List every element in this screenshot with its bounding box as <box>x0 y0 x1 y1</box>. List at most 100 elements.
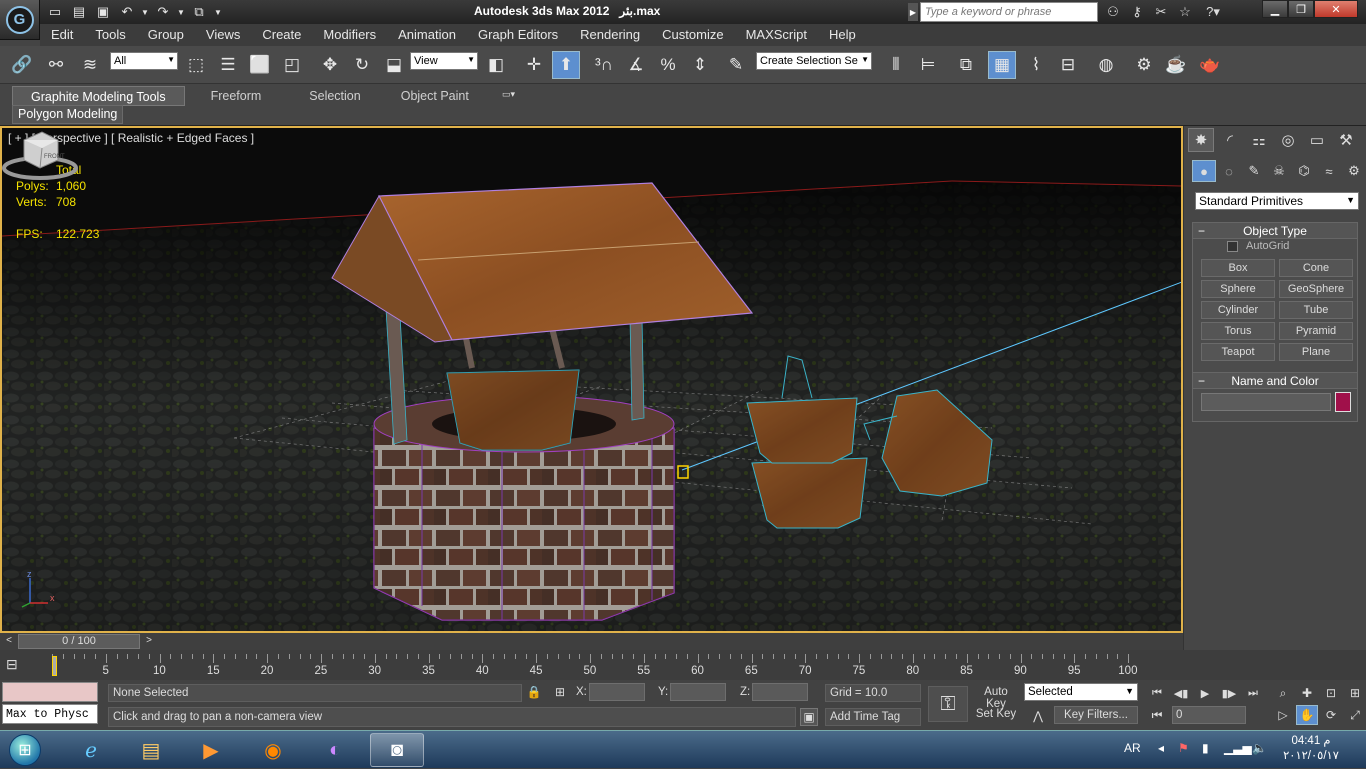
object-color-swatch[interactable] <box>1335 392 1351 412</box>
window-crossing-icon[interactable]: ◰ <box>278 51 306 79</box>
maximize-viewport-icon[interactable]: ⤢ <box>1344 705 1366 725</box>
menu-maxscript[interactable]: MAXScript <box>735 24 818 46</box>
teapot-button[interactable]: Teapot <box>1201 343 1275 361</box>
application-button[interactable]: G <box>0 0 40 40</box>
snaps-toggle-icon[interactable]: ³∩ <box>590 51 618 79</box>
menu-graph-editors[interactable]: Graph Editors <box>467 24 569 46</box>
3ds-max-taskbar-icon[interactable]: ◙ <box>370 733 424 767</box>
menu-animation[interactable]: Animation <box>387 24 467 46</box>
material-editor-icon[interactable]: ◍ <box>1092 51 1120 79</box>
pyramid-button[interactable]: Pyramid <box>1279 322 1353 340</box>
battery-icon[interactable]: ▮ <box>1202 741 1209 755</box>
default-in-out-tangent-icon[interactable]: ⋀ <box>1026 707 1050 725</box>
move-icon[interactable]: ✥ <box>316 51 344 79</box>
keyboard-shortcut-override-icon[interactable]: ⬆ <box>552 51 580 79</box>
redo-icon[interactable]: ↷ <box>152 2 174 22</box>
hierarchy-tab-icon[interactable]: ⚏ <box>1246 128 1272 152</box>
favorites-star-icon[interactable]: ☆ <box>1174 2 1196 22</box>
shapes-icon[interactable]: ◌ <box>1217 160 1241 182</box>
reference-coordinate-dropdown[interactable]: View <box>410 52 478 70</box>
pivot-center-icon[interactable]: ◧ <box>482 51 510 79</box>
name-and-color-header[interactable]: − Name and Color <box>1193 373 1357 389</box>
object-type-header[interactable]: − Object Type <box>1193 223 1357 239</box>
media-player-icon[interactable]: ▶ <box>184 733 238 767</box>
zoom-extents-icon[interactable]: ⊡ <box>1320 683 1342 703</box>
qat-dropdown-icon[interactable]: ▼ <box>212 2 224 22</box>
menu-modifiers[interactable]: Modifiers <box>312 24 387 46</box>
sphere-button[interactable]: Sphere <box>1201 280 1275 298</box>
project-folder-icon[interactable]: ⧉ <box>188 2 210 22</box>
modify-tab-icon[interactable]: ◜ <box>1217 128 1243 152</box>
curve-editor-icon[interactable]: ⌇ <box>1022 51 1050 79</box>
start-button[interactable]: ⊞ <box>4 732 46 768</box>
tab-selection[interactable]: Selection <box>287 86 382 106</box>
menu-edit[interactable]: Edit <box>40 24 84 46</box>
current-frame-field[interactable]: 0 <box>1172 706 1246 724</box>
help-icon[interactable]: ?▾ <box>1198 2 1228 22</box>
clock[interactable]: 04:41 م ٢٠١٢/٠٥/١٧ <box>1276 734 1346 764</box>
select-manipulate-icon[interactable]: ✛ <box>520 51 548 79</box>
bittorrent-icon[interactable]: ◐ <box>308 733 362 767</box>
torus-button[interactable]: Torus <box>1201 322 1275 340</box>
ribbon-panel-polygon-modeling[interactable]: Polygon Modeling <box>12 105 124 124</box>
cylinder-button[interactable]: Cylinder <box>1201 301 1275 319</box>
tab-freeform[interactable]: Freeform <box>185 86 288 106</box>
box-button[interactable]: Box <box>1201 259 1275 277</box>
search-input[interactable]: Type a keyword or phrase <box>920 2 1098 22</box>
graphite-toggle-icon[interactable]: ▦ <box>988 51 1016 79</box>
scale-icon[interactable]: ⬓ <box>380 51 408 79</box>
rectangular-selection-icon[interactable]: ⬜ <box>246 51 274 79</box>
key-mode-toggle-icon[interactable]: ⏮ <box>1148 706 1166 724</box>
set-key-button[interactable]: Set Key <box>972 706 1020 724</box>
new-file-icon[interactable]: ▭ <box>44 2 66 22</box>
menu-group[interactable]: Group <box>137 24 195 46</box>
time-slider[interactable]: < 0 / 100 > <box>0 633 1183 650</box>
zoom-icon[interactable]: ⌕ <box>1272 683 1294 703</box>
menu-tools[interactable]: Tools <box>84 24 136 46</box>
space-warps-icon[interactable]: ≈ <box>1317 160 1341 182</box>
named-selection-dropdown[interactable]: Create Selection Se <box>756 52 872 70</box>
menu-views[interactable]: Views <box>195 24 251 46</box>
spinner-snap-icon[interactable]: ⇕ <box>686 51 714 79</box>
render-production-icon[interactable]: 🫖 <box>1196 51 1224 79</box>
set-keys-icon[interactable]: ⚿ <box>928 686 968 722</box>
maxscript-listener-result[interactable] <box>2 682 98 702</box>
subscription-key-icon[interactable]: ⚷ <box>1126 2 1148 22</box>
key-filters-button[interactable]: Key Filters... <box>1054 706 1138 724</box>
helpers-icon[interactable]: ⌬ <box>1292 160 1316 182</box>
cone-button[interactable]: Cone <box>1279 259 1353 277</box>
pan-view-icon[interactable]: ✋ <box>1296 705 1318 725</box>
undo-icon[interactable]: ↶ <box>116 2 138 22</box>
x-coordinate-field[interactable] <box>589 683 645 701</box>
key-mode-dropdown[interactable]: Selected <box>1024 683 1138 701</box>
systems-icon[interactable]: ⚙ <box>1342 160 1366 182</box>
schematic-view-icon[interactable]: ⊟ <box>1054 51 1082 79</box>
open-file-icon[interactable]: ▤ <box>68 2 90 22</box>
display-tab-icon[interactable]: ▭ <box>1304 128 1330 152</box>
geometry-icon[interactable]: ● <box>1192 160 1216 182</box>
binoculars-icon[interactable]: ⚇ <box>1102 2 1124 22</box>
angle-snap-icon[interactable]: ∡ <box>622 51 650 79</box>
language-indicator[interactable]: AR <box>1124 741 1141 755</box>
network-icon[interactable]: ▁▃▅ <box>1224 741 1252 755</box>
maxscript-listener-input[interactable]: Max to Physc <box>2 704 98 724</box>
link-icon[interactable]: 🔗 <box>8 51 36 79</box>
cameras-icon[interactable]: ☠ <box>1267 160 1291 182</box>
selection-lock-icon[interactable]: 🔒 <box>525 683 543 701</box>
selection-filter-dropdown[interactable]: All <box>110 52 178 70</box>
y-coordinate-field[interactable] <box>670 683 726 701</box>
geosphere-button[interactable]: GeoSphere <box>1279 280 1353 298</box>
rendered-frame-window-icon[interactable]: ☕ <box>1162 51 1190 79</box>
next-frame-icon[interactable]: ▮▶ <box>1218 683 1240 703</box>
tab-graphite-modeling-tools[interactable]: Graphite Modeling Tools <box>12 86 185 106</box>
perspective-viewport[interactable]: z x [ + ] [ Perspective ] [ Realistic + … <box>0 126 1183 633</box>
viewcube[interactable]: FRONT <box>2 128 78 180</box>
save-icon[interactable]: ▣ <box>92 2 114 22</box>
autogrid-checkbox[interactable]: AutoGrid <box>1227 240 1289 252</box>
close-button[interactable]: ✕ <box>1314 0 1358 18</box>
undo-dropdown-icon[interactable]: ▼ <box>140 2 150 22</box>
layer-manager-icon[interactable]: ⧉ <box>952 51 980 79</box>
absolute-mode-icon[interactable]: ⊞ <box>551 683 569 701</box>
tab-object-paint[interactable]: Object Paint <box>383 86 487 106</box>
z-coordinate-field[interactable] <box>752 683 808 701</box>
